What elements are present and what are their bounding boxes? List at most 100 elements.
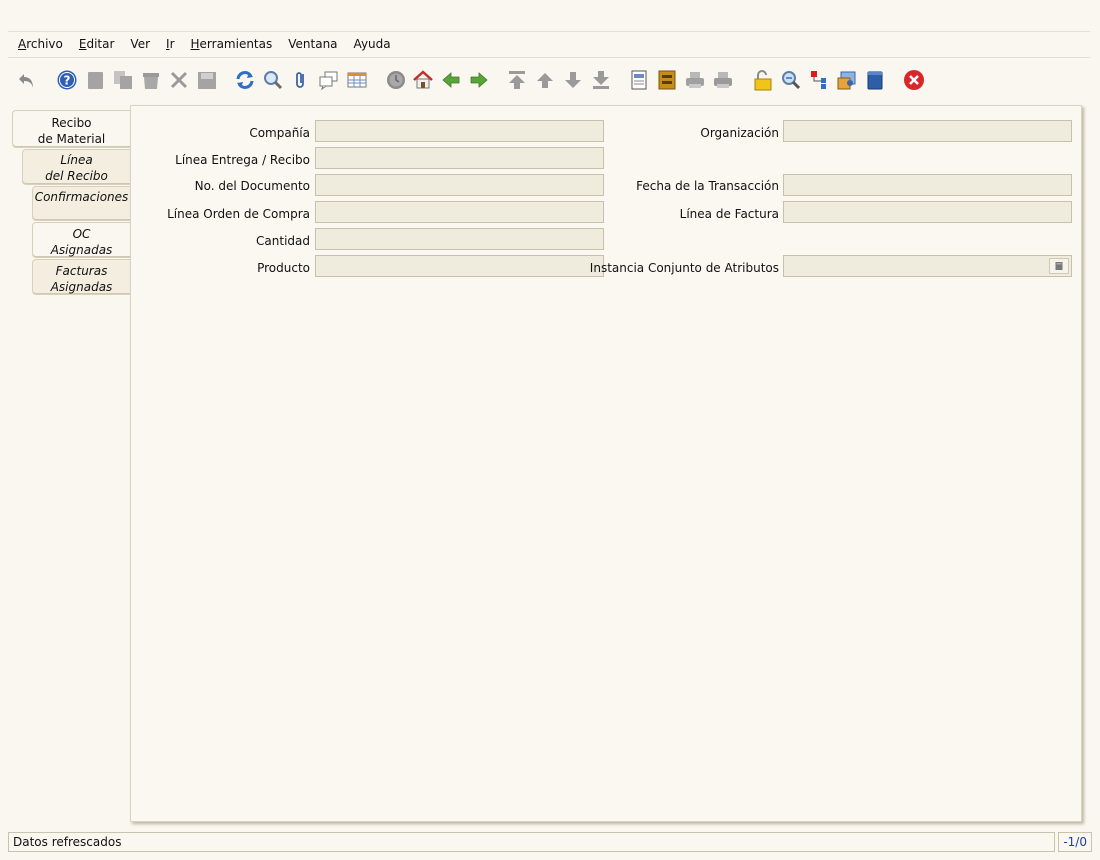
last-record-icon bbox=[593, 71, 609, 89]
product-info-button[interactable] bbox=[863, 68, 887, 92]
toolbar: ? bbox=[0, 66, 1100, 96]
organization-field[interactable] bbox=[783, 120, 1072, 142]
attachment-button[interactable] bbox=[289, 68, 313, 92]
attribute-set-icon bbox=[1055, 262, 1063, 270]
shipment-line-field[interactable] bbox=[315, 147, 604, 169]
product-field[interactable] bbox=[315, 255, 604, 277]
print-icon bbox=[714, 72, 732, 88]
archive-icon bbox=[658, 70, 676, 90]
close-window-icon bbox=[904, 70, 924, 90]
find-icon bbox=[264, 71, 283, 90]
delete-selection-icon bbox=[170, 71, 188, 89]
document-no-label: No. del Documento bbox=[194, 179, 310, 193]
quantity-field[interactable] bbox=[315, 228, 604, 250]
history-icon bbox=[387, 71, 405, 89]
undo-icon bbox=[19, 74, 33, 88]
home-icon bbox=[413, 70, 433, 89]
grid-toggle-button[interactable] bbox=[345, 68, 369, 92]
quantity-label: Cantidad bbox=[256, 234, 310, 248]
first-record-icon bbox=[509, 71, 525, 89]
help-icon: ? bbox=[57, 70, 77, 90]
copy-record-button[interactable] bbox=[111, 68, 135, 92]
archive-button[interactable] bbox=[655, 68, 679, 92]
attribute-set-label: Instancia Conjunto de Atributos bbox=[589, 261, 779, 275]
menu-editar[interactable]: Editar bbox=[71, 31, 123, 58]
document-no-field[interactable] bbox=[315, 174, 604, 196]
chat-button[interactable] bbox=[317, 68, 341, 92]
forward-icon bbox=[470, 72, 488, 88]
next-record-button[interactable] bbox=[561, 68, 585, 92]
svg-text:?: ? bbox=[64, 74, 71, 88]
close-window-button[interactable] bbox=[902, 68, 926, 92]
previous-record-button[interactable] bbox=[533, 68, 557, 92]
lock-button[interactable] bbox=[751, 68, 775, 92]
request-icon bbox=[837, 71, 856, 90]
record-indicator[interactable]: -1/0 bbox=[1058, 832, 1092, 852]
attribute-set-field[interactable] bbox=[783, 255, 1072, 277]
report-button[interactable] bbox=[627, 68, 651, 92]
request-button[interactable] bbox=[835, 68, 859, 92]
menu-archivo[interactable]: Archivo bbox=[8, 31, 71, 58]
copy-record-icon bbox=[114, 71, 132, 89]
delete-selection-button[interactable] bbox=[167, 68, 191, 92]
invoice-line-input[interactable] bbox=[784, 202, 1071, 222]
status-message: Datos refrescados bbox=[13, 835, 122, 849]
menu-ir[interactable]: Ir bbox=[158, 31, 182, 58]
po-line-field[interactable] bbox=[315, 201, 604, 223]
print-preview-icon bbox=[686, 72, 704, 88]
organization-input[interactable] bbox=[784, 121, 1071, 141]
grid-toggle-icon bbox=[347, 72, 367, 88]
delete-button[interactable] bbox=[139, 68, 163, 92]
company-input[interactable] bbox=[316, 121, 603, 141]
transaction-date-input[interactable] bbox=[784, 175, 1071, 195]
tab-oc-asignadas[interactable]: OC Asignadas bbox=[32, 222, 130, 258]
forward-button[interactable] bbox=[467, 68, 491, 92]
tab-list: Recibo de Material Línea del Recibo Confir… bbox=[0, 110, 132, 300]
delete-icon bbox=[143, 73, 159, 89]
company-label: Compañía bbox=[249, 126, 310, 140]
menu-ayuda[interactable]: Ayuda bbox=[346, 31, 399, 58]
tab-facturas-asignadas[interactable]: Facturas Asignadas bbox=[32, 259, 130, 295]
tab-confirmaciones[interactable]: Confirmaciones bbox=[32, 186, 130, 221]
shipment-line-input[interactable] bbox=[316, 148, 603, 168]
history-button[interactable] bbox=[384, 68, 408, 92]
tab-linea-del-recibo[interactable]: Línea del Recibo bbox=[22, 149, 130, 185]
attribute-set-button[interactable] bbox=[1049, 258, 1069, 274]
menu-ver[interactable]: Ver bbox=[122, 31, 158, 58]
invoice-line-label: Línea de Factura bbox=[679, 207, 779, 221]
back-button[interactable] bbox=[439, 68, 463, 92]
menu-ventana[interactable]: Ventana bbox=[280, 31, 345, 58]
organization-label: Organización bbox=[700, 126, 779, 140]
document-no-input[interactable] bbox=[316, 175, 603, 195]
undo-button[interactable] bbox=[15, 68, 39, 92]
attribute-set-input[interactable] bbox=[784, 256, 1071, 276]
product-info-icon bbox=[867, 71, 883, 90]
previous-record-icon bbox=[537, 73, 553, 88]
refresh-button[interactable] bbox=[233, 68, 257, 92]
home-button[interactable] bbox=[411, 68, 435, 92]
first-record-button[interactable] bbox=[505, 68, 529, 92]
save-icon bbox=[198, 72, 216, 89]
print-preview-button[interactable] bbox=[683, 68, 707, 92]
print-button[interactable] bbox=[711, 68, 735, 92]
po-line-input[interactable] bbox=[316, 202, 603, 222]
new-record-button[interactable] bbox=[83, 68, 107, 92]
help-button[interactable]: ? bbox=[55, 68, 79, 92]
last-record-button[interactable] bbox=[589, 68, 613, 92]
find-button[interactable] bbox=[261, 68, 285, 92]
po-line-label: Línea Orden de Compra bbox=[167, 207, 310, 221]
chat-icon bbox=[319, 71, 338, 91]
invoice-line-field[interactable] bbox=[783, 201, 1072, 223]
workflow-button[interactable] bbox=[807, 68, 831, 92]
refresh-icon bbox=[236, 71, 254, 89]
menu-herramientas[interactable]: Herramientas bbox=[183, 31, 281, 58]
save-button[interactable] bbox=[195, 68, 219, 92]
zoom-across-button[interactable] bbox=[779, 68, 803, 92]
quantity-input[interactable] bbox=[316, 229, 603, 249]
transaction-date-field[interactable] bbox=[783, 174, 1072, 196]
tab-recibo-de-material[interactable]: Recibo de Material bbox=[12, 110, 130, 148]
product-input[interactable] bbox=[316, 256, 603, 276]
workflow-icon bbox=[811, 71, 826, 89]
company-field[interactable] bbox=[315, 120, 604, 142]
record-form-panel: Compañía Organización Línea Entrega / Re… bbox=[130, 105, 1082, 822]
